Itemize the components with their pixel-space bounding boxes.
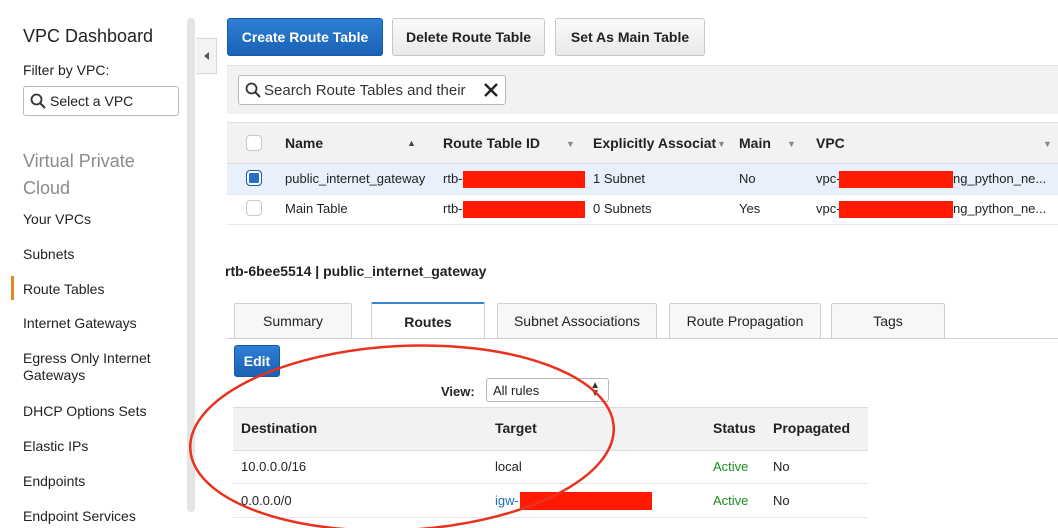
sidebar: VPC Dashboard Filter by VPC: Select a VP…: [0, 0, 185, 528]
main-flag: No: [739, 171, 756, 186]
routes-table-header: Destination Target Status Propagated: [233, 407, 868, 451]
redaction: [839, 171, 953, 188]
route-target: local: [495, 459, 522, 474]
sidebar-item-egress-only-gateways[interactable]: Egress Only Internet Gateways: [23, 350, 173, 384]
sort-icon[interactable]: ▼: [1043, 139, 1052, 149]
sidebar-section-heading: Virtual Private Cloud: [23, 151, 135, 198]
row-checkbox[interactable]: [246, 170, 262, 186]
tab-subnet-associations[interactable]: Subnet Associations: [497, 303, 657, 338]
column-status: Status: [713, 420, 756, 436]
column-destination: Destination: [241, 420, 318, 436]
tab-route-propagation[interactable]: Route Propagation: [669, 303, 821, 338]
vpc-id: vpc-: [816, 171, 841, 186]
column-main[interactable]: Main: [739, 135, 771, 151]
tab-summary[interactable]: Summary: [234, 303, 352, 338]
search-input[interactable]: Search Route Tables and their: [238, 75, 506, 105]
sidebar-item-endpoints[interactable]: Endpoints: [23, 473, 183, 490]
redaction: [463, 171, 585, 188]
column-route-table-id[interactable]: Route Table ID: [443, 135, 540, 151]
select-arrows-icon: ▲ ▼: [590, 380, 600, 399]
route-table-name: Main Table: [285, 201, 348, 216]
route-table-name: public_internet_gateway: [285, 171, 426, 186]
vpc-name: ng_python_ne...: [953, 171, 1047, 186]
route-table-id: rtb-: [443, 201, 463, 216]
view-rules-value: All rules: [493, 382, 540, 398]
tab-tags[interactable]: Tags: [831, 303, 945, 338]
vpc-name: ng_python_ne...: [953, 201, 1047, 216]
sidebar-item-endpoint-services[interactable]: Endpoint Services: [23, 508, 183, 525]
clear-search-icon[interactable]: [481, 80, 501, 100]
search-icon: [30, 93, 46, 109]
redaction: [520, 492, 652, 510]
redaction: [839, 201, 953, 218]
route-row: 10.0.0.0/16 local Active No: [233, 450, 868, 484]
main-content: Create Route Table Delete Route Table Se…: [225, 0, 1058, 528]
search-panel: Search Route Tables and their: [227, 65, 1058, 114]
column-vpc[interactable]: VPC: [816, 135, 845, 151]
set-as-main-table-button[interactable]: Set As Main Table: [555, 18, 705, 56]
sort-icon[interactable]: ▼: [717, 139, 726, 149]
view-rules-select[interactable]: All rules ▲ ▼: [486, 378, 609, 402]
sidebar-item-subnets[interactable]: Subnets: [23, 246, 183, 263]
sidebar-item-internet-gateways[interactable]: Internet Gateways: [23, 315, 183, 332]
vpc-filter-placeholder: Select a VPC: [50, 93, 134, 109]
edit-routes-button[interactable]: Edit: [234, 345, 280, 377]
column-propagated: Propagated: [773, 420, 851, 436]
column-explicitly-associated[interactable]: Explicitly Associat: [593, 135, 723, 151]
route-destination: 10.0.0.0/16: [241, 459, 307, 474]
explicit-associations: 0 Subnets: [593, 201, 652, 216]
route-target-link[interactable]: igw-: [495, 493, 519, 508]
search-placeholder: Search Route Tables and their: [264, 81, 466, 99]
route-tables-header: Name ▲ Route Table ID ▼ Explicitly Assoc…: [227, 122, 1058, 164]
delete-route-table-button[interactable]: Delete Route Table: [392, 18, 545, 56]
table-row[interactable]: public_internet_gateway rtb- 1 Subnet No…: [227, 164, 1058, 195]
route-status: Active: [713, 493, 749, 508]
column-target: Target: [495, 420, 537, 436]
filter-label: Filter by VPC:: [23, 62, 110, 78]
main-flag: Yes: [739, 201, 761, 216]
view-label: View:: [441, 384, 475, 399]
row-checkbox[interactable]: [246, 200, 262, 216]
tab-routes[interactable]: Routes: [371, 302, 485, 339]
route-row: 0.0.0.0/0 igw- Active No: [233, 484, 868, 518]
sidebar-item-dhcp-options[interactable]: DHCP Options Sets: [23, 403, 183, 420]
sidebar-item-elastic-ips[interactable]: Elastic IPs: [23, 438, 183, 455]
route-propagated: No: [773, 493, 790, 508]
tab-divider: [227, 338, 1058, 339]
detail-title: rtb-6bee5514 | public_internet_gateway: [225, 263, 487, 279]
vpc-id: vpc-: [816, 201, 841, 216]
sort-icon[interactable]: ▼: [566, 139, 575, 149]
route-destination: 0.0.0.0/0: [241, 493, 292, 508]
table-row[interactable]: Main Table rtb- 0 Subnets Yes vpc- ng_py…: [227, 194, 1058, 225]
active-item-indicator: [11, 276, 14, 300]
sidebar-title[interactable]: VPC Dashboard: [23, 26, 153, 47]
sort-asc-icon[interactable]: ▲: [407, 138, 416, 148]
collapse-sidebar-button[interactable]: [196, 38, 217, 74]
sidebar-scrollbar[interactable]: [187, 18, 195, 512]
route-status: Active: [713, 459, 749, 474]
search-icon: [245, 82, 261, 98]
create-route-table-button[interactable]: Create Route Table: [227, 18, 383, 56]
vpc-filter-select[interactable]: Select a VPC: [23, 86, 179, 116]
redaction: [463, 201, 585, 218]
column-name[interactable]: Name: [285, 135, 323, 151]
explicit-associations: 1 Subnet: [593, 171, 646, 186]
route-table-id: rtb-: [443, 171, 463, 186]
chevron-left-icon: [203, 52, 209, 60]
sort-icon[interactable]: ▼: [787, 139, 796, 149]
route-propagated: No: [773, 459, 790, 474]
sidebar-item-route-tables[interactable]: Route Tables: [23, 281, 183, 298]
select-all-checkbox[interactable]: [246, 135, 262, 151]
sidebar-item-your-vpcs[interactable]: Your VPCs: [23, 211, 183, 228]
